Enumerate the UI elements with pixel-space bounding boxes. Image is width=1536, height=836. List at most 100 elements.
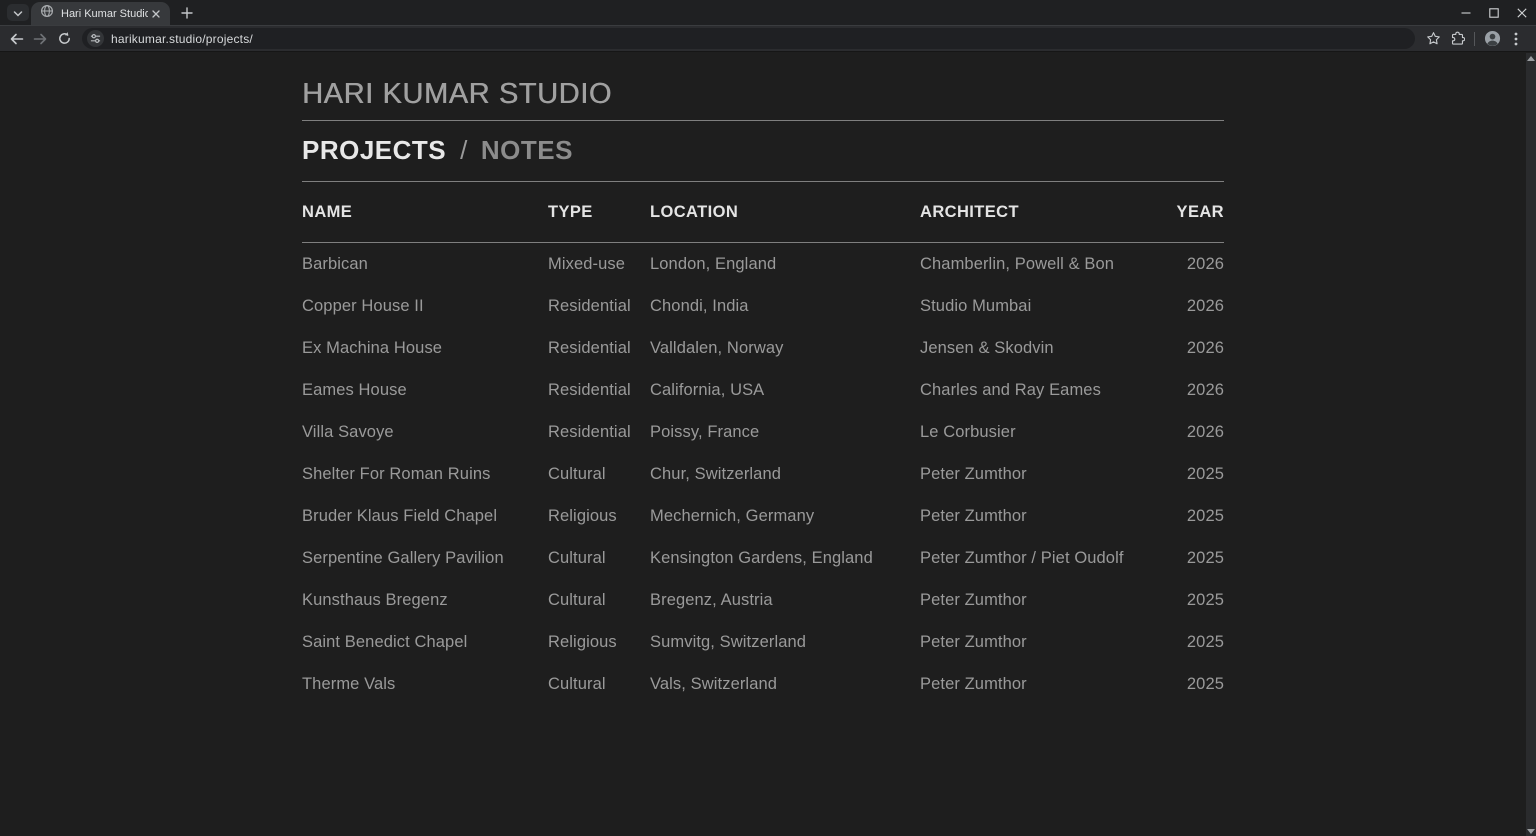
cell-architect: Peter Zumthor [920, 591, 1175, 610]
cell-architect: Peter Zumthor / Piet Oudolf [920, 549, 1175, 568]
column-header-location: LOCATION [650, 203, 920, 222]
cell-name: Barbican [302, 255, 548, 274]
cell-year: 2026 [1175, 255, 1224, 274]
cell-architect: Charles and Ray Eames [920, 381, 1175, 400]
table-body: Barbican Mixed-use London, England Chamb… [302, 243, 1224, 705]
cell-location: California, USA [650, 381, 920, 400]
browser-toolbar: harikumar.studio/projects/ [0, 25, 1536, 52]
cell-year: 2025 [1175, 591, 1224, 610]
nav-link-notes[interactable]: NOTES [481, 135, 573, 166]
browser-tab-active[interactable]: Hari Kumar Studio [31, 2, 170, 25]
cell-architect: Chamberlin, Powell & Bon [920, 255, 1175, 274]
tab-title: Hari Kumar Studio [61, 8, 148, 20]
table-row[interactable]: Therme Vals Cultural Vals, Switzerland P… [302, 663, 1224, 705]
table-row[interactable]: Bruder Klaus Field Chapel Religious Mech… [302, 495, 1224, 537]
cell-year: 2025 [1175, 549, 1224, 568]
cell-architect: Peter Zumthor [920, 507, 1175, 526]
nav-link-projects[interactable]: PROJECTS [302, 135, 446, 166]
cell-type: Religious [548, 633, 650, 652]
cell-location: Valldalen, Norway [650, 339, 920, 358]
table-row[interactable]: Villa Savoye Residential Poissy, France … [302, 411, 1224, 453]
table-row[interactable]: Barbican Mixed-use London, England Chamb… [302, 243, 1224, 285]
cell-type: Residential [548, 339, 650, 358]
cell-type: Cultural [548, 675, 650, 694]
window-maximize-button[interactable] [1480, 0, 1508, 25]
address-bar[interactable]: harikumar.studio/projects/ [82, 28, 1415, 49]
cell-name: Therme Vals [302, 675, 548, 694]
chevron-down-icon [13, 4, 23, 22]
cell-year: 2026 [1175, 339, 1224, 358]
cell-location: Chur, Switzerland [650, 465, 920, 484]
column-header-architect: ARCHITECT [920, 203, 1175, 222]
window-minimize-button[interactable] [1452, 0, 1480, 25]
cell-year: 2025 [1175, 507, 1224, 526]
cell-architect: Jensen & Skodvin [920, 339, 1175, 358]
cell-type: Residential [548, 423, 650, 442]
cell-name: Kunsthaus Bregenz [302, 591, 548, 610]
new-tab-button[interactable] [175, 1, 199, 25]
tab-close-button[interactable] [148, 6, 164, 22]
cell-year: 2026 [1175, 381, 1224, 400]
cell-name: Serpentine Gallery Pavilion [302, 549, 548, 568]
cell-name: Villa Savoye [302, 423, 548, 442]
url-text: harikumar.studio/projects/ [111, 32, 253, 46]
window-controls [1452, 0, 1536, 25]
cell-location: Mechernich, Germany [650, 507, 920, 526]
bookmark-star-button[interactable] [1421, 27, 1445, 51]
toolbar-divider [1474, 32, 1475, 46]
column-header-type: TYPE [548, 203, 650, 222]
window-close-button[interactable] [1508, 0, 1536, 25]
cell-location: Chondi, India [650, 297, 920, 316]
profile-avatar-button[interactable] [1480, 27, 1504, 51]
browser-tabstrip: Hari Kumar Studio [0, 0, 1536, 25]
tab-search-button[interactable] [7, 4, 29, 21]
forward-button[interactable] [29, 28, 51, 50]
cell-name: Eames House [302, 381, 548, 400]
cell-type: Cultural [548, 591, 650, 610]
cell-location: Poissy, France [650, 423, 920, 442]
table-row[interactable]: Serpentine Gallery Pavilion Cultural Ken… [302, 537, 1224, 579]
cell-architect: Peter Zumthor [920, 465, 1175, 484]
cell-location: Kensington Gardens, England [650, 549, 920, 568]
table-row[interactable]: Ex Machina House Residential Valldalen, … [302, 327, 1224, 369]
cell-location: London, England [650, 255, 920, 274]
cell-architect: Studio Mumbai [920, 297, 1175, 316]
menu-kebab-button[interactable] [1504, 27, 1528, 51]
table-row[interactable]: Copper House II Residential Chondi, Indi… [302, 285, 1224, 327]
globe-favicon-icon [40, 4, 54, 23]
table-row[interactable]: Shelter For Roman Ruins Cultural Chur, S… [302, 453, 1224, 495]
cell-year: 2026 [1175, 297, 1224, 316]
page-title: HARI KUMAR STUDIO [302, 78, 1224, 111]
column-header-year: YEAR [1175, 203, 1224, 222]
content-container: HARI KUMAR STUDIO PROJECTS / NOTES NAME … [302, 53, 1224, 705]
cell-year: 2025 [1175, 675, 1224, 694]
scrollbar-down-arrow[interactable] [1526, 826, 1536, 836]
cell-location: Sumvitg, Switzerland [650, 633, 920, 652]
cell-name: Saint Benedict Chapel [302, 633, 548, 652]
page-viewport: HARI KUMAR STUDIO PROJECTS / NOTES NAME … [0, 53, 1536, 836]
back-button[interactable] [5, 28, 27, 50]
column-header-name: NAME [302, 203, 548, 222]
cell-type: Residential [548, 381, 650, 400]
table-row[interactable]: Kunsthaus Bregenz Cultural Bregenz, Aust… [302, 579, 1224, 621]
site-info-icon[interactable] [87, 30, 104, 47]
table-row[interactable]: Eames House Residential California, USA … [302, 369, 1224, 411]
page-nav: PROJECTS / NOTES [302, 121, 1224, 181]
vertical-scrollbar[interactable] [1526, 53, 1536, 836]
nav-separator: / [460, 135, 468, 166]
cell-name: Bruder Klaus Field Chapel [302, 507, 548, 526]
cell-year: 2025 [1175, 633, 1224, 652]
cell-type: Mixed-use [548, 255, 650, 274]
extensions-puzzle-button[interactable] [1445, 27, 1469, 51]
table-header-row: NAME TYPE LOCATION ARCHITECT YEAR [302, 182, 1224, 243]
cell-type: Residential [548, 297, 650, 316]
scrollbar-up-arrow[interactable] [1526, 53, 1536, 63]
cell-name: Ex Machina House [302, 339, 548, 358]
cell-type: Cultural [548, 549, 650, 568]
cell-name: Shelter For Roman Ruins [302, 465, 548, 484]
cell-architect: Peter Zumthor [920, 633, 1175, 652]
table-row[interactable]: Saint Benedict Chapel Religious Sumvitg,… [302, 621, 1224, 663]
reload-button[interactable] [53, 28, 75, 50]
cell-year: 2026 [1175, 423, 1224, 442]
cell-type: Religious [548, 507, 650, 526]
